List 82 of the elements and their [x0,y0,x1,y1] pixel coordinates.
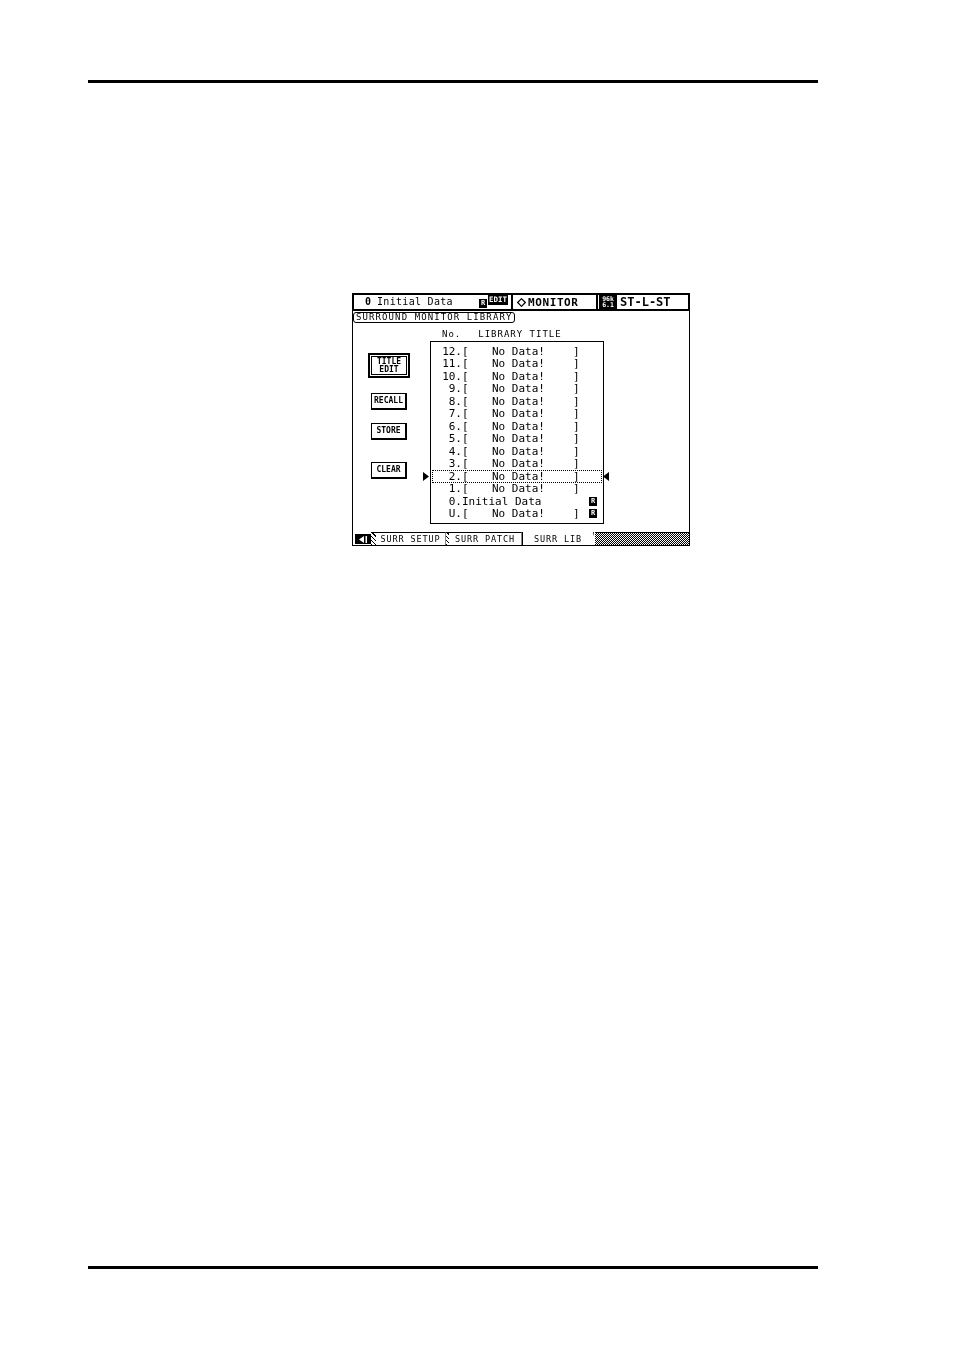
diamond-icon [517,297,526,307]
scene-title: Initial Data [377,297,453,307]
bracket: ] [573,395,580,407]
bracket: ] [573,370,580,382]
entry-title: No Data! [492,508,546,520]
entry-title: No Data! [492,483,546,495]
entry-number: 11. [441,358,462,370]
entry-number: 7. [447,408,462,420]
entry-title: No Data! [492,358,546,370]
bracket: [ [462,458,470,470]
library-row[interactable]: 6.[ No Data! ] [432,420,602,433]
entry-number: 8. [447,395,462,407]
entry-title: No Data! [492,370,546,382]
bracket: ] [573,345,580,357]
library-row[interactable]: 7.[ No Data! ] [432,407,602,420]
library-row[interactable]: 11.[ No Data! ] [432,357,602,370]
entry-number: 10. [441,370,462,382]
entry-title: No Data! [492,345,546,357]
entry-number: 6. [447,420,462,432]
entry-number: 4. [447,445,462,457]
bracket: [ [462,358,470,370]
column-header: No. [442,329,462,339]
entry-title: No Data! [492,445,546,457]
tab[interactable]: SURR SETUP [376,532,446,545]
bracket: ] [573,433,580,445]
library-row[interactable]: 3.[ No Data! ] [432,457,602,470]
tab[interactable]: SURR PATCH [449,532,522,545]
bracket: [ [462,383,470,395]
bracket: [ [462,470,470,482]
scroll-button[interactable] [355,534,371,544]
bracket: ] [573,483,580,495]
entry-number: 1. [447,483,462,495]
section-title: SURROUND MONITOR LIBRARY [353,312,516,323]
library-row[interactable]: 4.[ No Data! ] [432,445,602,458]
store-button[interactable]: STORE [371,423,407,440]
bracket: ] [573,445,580,457]
entry-title: Initial Data [462,495,542,507]
monitor-mode: ST-L-ST [620,296,671,308]
entry-title: No Data! [492,408,546,420]
bracket: [ [462,395,470,407]
library-row[interactable]: 8.[ No Data! ] [432,395,602,408]
bracket: ] [573,420,580,432]
title-edit-button[interactable]: TITLE EDIT [368,353,410,378]
entry-number: 12. [441,345,462,357]
entry-title: No Data! [492,458,546,470]
entry-number: 5. [447,433,462,445]
library-row[interactable]: 10.[ No Data! ] [432,370,602,383]
library-row[interactable]: 1.[ No Data! ] [432,482,602,495]
entry-number: 3. [447,458,462,470]
entry-title: No Data! [492,383,546,395]
tab[interactable]: SURR LIB [522,532,594,545]
bracket: ] [573,358,580,370]
bracket: [ [462,433,470,445]
bracket: ] [573,508,580,520]
entry-number: 9. [447,383,462,395]
bracket: [ [462,408,470,420]
entry-title: No Data! [492,395,546,407]
library-row[interactable]: 9.[ No Data! ] [432,382,602,395]
column-header: LIBRARY TITLE [478,329,562,339]
bracket: [ [462,483,470,495]
scene-number: 0 [365,297,372,307]
entry-number: 2. [447,470,462,482]
bracket: [ [462,345,470,357]
clear-button[interactable]: CLEAR [371,462,407,479]
entry-number: 0. [447,495,462,507]
entry-title: No Data! [492,420,546,432]
bracket: ] [573,408,580,420]
library-row[interactable]: 5.[ No Data! ] [432,432,602,445]
bracket: ] [573,383,580,395]
bracket: [ [462,445,470,457]
left-triangle-bar-icon [359,535,367,543]
page-name: MONITOR [528,296,579,308]
bracket: [ [462,420,470,432]
recall-button[interactable]: RECALL [371,393,407,410]
bracket: ] [573,458,580,470]
bracket: ] [573,470,580,482]
entry-title: No Data! [492,433,546,445]
bracket: [ [462,370,470,382]
bracket: [ [462,508,470,520]
entry-number: U. [447,508,462,520]
library-row[interactable]: 12.[ No Data! ] [432,345,602,358]
entry-title: No Data! [492,470,546,482]
